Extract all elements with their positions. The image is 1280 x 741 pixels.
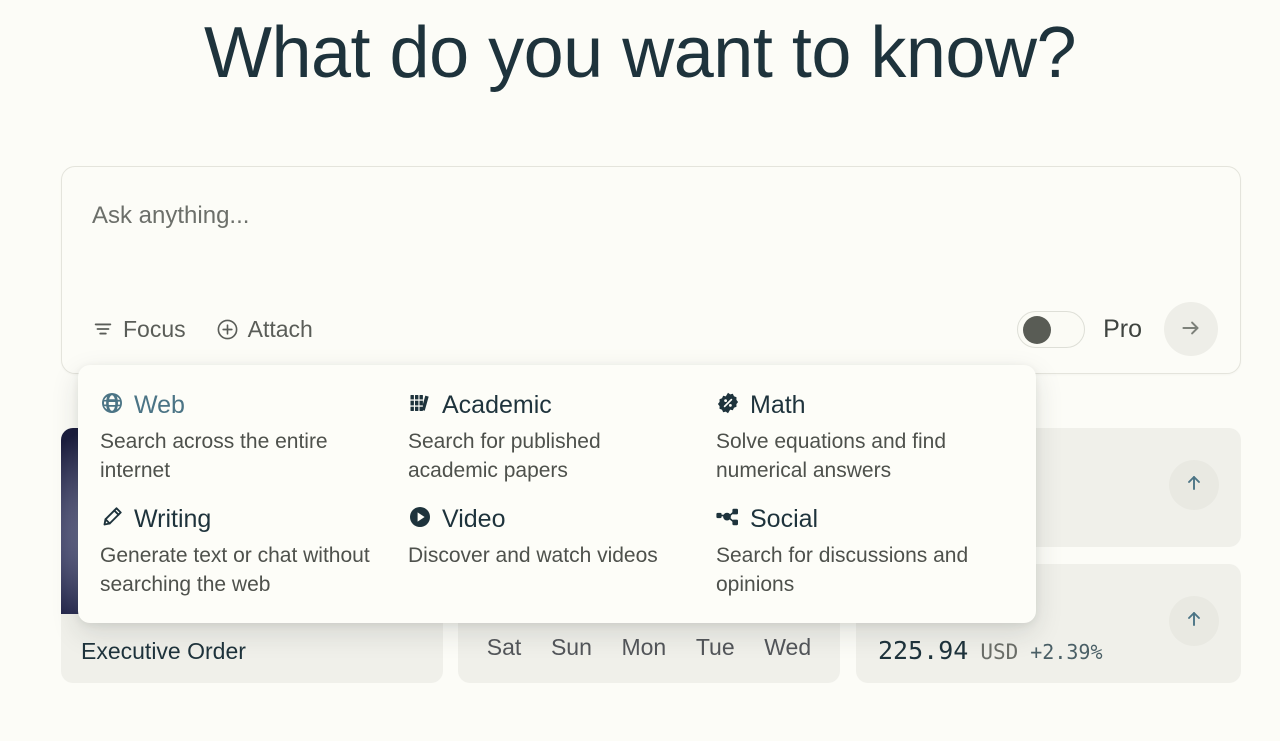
focus-option-name: Writing [134, 505, 212, 533]
plus-circle-icon [216, 318, 239, 341]
search-input[interactable]: Ask anything... [92, 202, 249, 230]
share-nodes-icon [716, 505, 740, 534]
focus-option-desc: Solve equations and find numerical answe… [716, 430, 947, 483]
focus-option-desc: Search for published academic papers [408, 430, 601, 483]
focus-option-math[interactable]: Math Solve equations and find numerical … [716, 391, 1014, 489]
focus-option-video[interactable]: Video Discover and watch videos [408, 505, 706, 603]
weather-day: Sun [550, 634, 592, 660]
weather-day: Sat [486, 634, 522, 660]
news-card-title: Executive Order [81, 638, 246, 664]
play-circle-icon [408, 505, 432, 534]
attach-button[interactable]: Attach [216, 316, 313, 343]
focus-option-name: Web [134, 391, 185, 419]
pro-toggle[interactable] [1017, 310, 1086, 348]
pro-toggle-knob [1023, 315, 1052, 344]
search-toolbar: Focus Attach Pro [62, 301, 1240, 357]
arrow-up-icon [1182, 607, 1206, 636]
focus-option-header: Web [100, 391, 384, 420]
focus-option-header: Writing [100, 505, 384, 534]
focus-option-name: Math [750, 391, 806, 419]
globe-icon [100, 391, 124, 420]
focus-option-name: Video [442, 505, 506, 533]
percent-badge-icon [716, 391, 740, 420]
weather-day: Wed [764, 634, 812, 660]
focus-option-social[interactable]: Social Search for discussions and opinio… [716, 505, 1014, 603]
focus-button[interactable]: Focus [92, 316, 186, 343]
focus-option-name: Social [750, 505, 819, 533]
focus-option-desc: Generate text or chat without searching … [100, 544, 370, 597]
focus-option-web[interactable]: Web Search across the entire internet [100, 391, 398, 489]
focus-option-header: Academic [408, 391, 692, 420]
focus-option-desc: Search across the entire internet [100, 430, 328, 483]
focus-option-header: Math [716, 391, 1000, 420]
stock-price: 225.94 [878, 636, 969, 665]
submit-button[interactable] [1164, 302, 1218, 356]
arrow-up-icon [1182, 471, 1206, 500]
focus-dropdown-menu: Web Search across the entire internet Ac… [78, 365, 1036, 623]
perplexity-home-page: What do you want to know? Ask anything..… [0, 0, 1280, 741]
weather-day-list: Sat Sun Mon Tue Wed [458, 634, 840, 661]
arrow-right-icon [1178, 315, 1204, 344]
search-box[interactable]: Ask anything... Focus Attach Pro [61, 166, 1241, 374]
pro-label: Pro [1103, 314, 1142, 343]
stock-currency: USD [980, 640, 1019, 664]
focus-option-desc: Discover and watch videos [408, 544, 658, 567]
focus-button-label: Focus [123, 315, 186, 342]
weather-day: Tue [695, 634, 735, 660]
attach-button-label: Attach [247, 315, 313, 342]
page-title: What do you want to know? [204, 13, 1077, 93]
stock-change: +2.39% [1030, 640, 1103, 664]
filter-lines-icon [92, 318, 114, 340]
focus-option-writing[interactable]: Writing Generate text or chat without se… [100, 505, 398, 603]
pencil-icon [100, 505, 124, 534]
books-icon [408, 391, 432, 420]
stock-values: 225.94 USD +2.39% [878, 636, 1103, 665]
focus-option-academic[interactable]: Academic Search for published academic p… [408, 391, 706, 489]
focus-option-header: Video [408, 505, 692, 534]
weather-day: Mon [621, 634, 667, 660]
stock-trend-button[interactable] [1169, 460, 1219, 510]
focus-option-desc: Search for discussions and opinions [716, 544, 969, 597]
focus-option-name: Academic [442, 391, 552, 419]
stock-trend-button[interactable] [1169, 596, 1219, 646]
focus-option-header: Social [716, 505, 1000, 534]
